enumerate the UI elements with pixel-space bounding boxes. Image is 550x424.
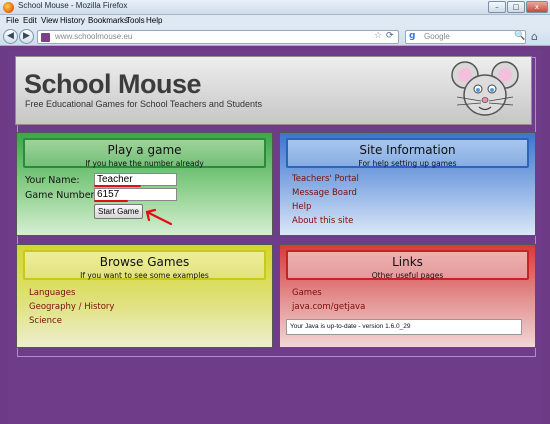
browse-games-subheading: If you want to see some examples <box>80 271 209 280</box>
search-input[interactable]: Google <box>424 32 450 41</box>
teachers-portal-link[interactable]: Teachers' Portal <box>292 174 359 184</box>
java-status-box: Your Java is up-to-date - version 1.6.0_… <box>286 319 522 335</box>
search-box[interactable]: g Google 🔍 <box>405 30 526 44</box>
games-link[interactable]: Games <box>292 288 322 298</box>
menu-tools[interactable]: Tools <box>126 16 145 25</box>
search-icon[interactable]: 🔍 <box>514 31 525 41</box>
links-panel: Links Other useful pages Games java.com/… <box>279 244 536 348</box>
menu-bookmarks[interactable]: Bookmarks <box>88 16 128 25</box>
getjava-link[interactable]: java.com/getjava <box>292 302 365 312</box>
menu-bar: File Edit View History Bookmarks Tools H… <box>0 15 550 27</box>
site-title: School Mouse <box>24 69 202 99</box>
address-url[interactable]: www.schoolmouse.eu <box>55 32 132 41</box>
about-site-link[interactable]: About this site <box>292 216 353 226</box>
name-annotation-underline <box>94 185 141 187</box>
name-label: Your Name: <box>25 175 80 186</box>
menu-view[interactable]: View <box>41 16 58 25</box>
minimize-button[interactable]: – <box>488 1 506 13</box>
window-title-bar: School Mouse - Mozilla Firefox – □ x <box>0 0 550 15</box>
forward-icon[interactable]: ▶ <box>19 29 34 44</box>
play-game-header: Play a game If you have the number alrea… <box>23 138 266 168</box>
links-subheading: Other useful pages <box>371 271 444 280</box>
site-information-header: Site Information For help setting up gam… <box>286 138 529 168</box>
mouse-logo-icon <box>451 61 519 116</box>
google-icon[interactable]: g <box>409 31 415 41</box>
bookmark-star-icon[interactable]: ☆ <box>374 31 382 41</box>
languages-link[interactable]: Languages <box>29 288 75 298</box>
play-game-subheading: If you have the number already <box>85 159 204 168</box>
menu-edit[interactable]: Edit <box>23 16 37 25</box>
start-game-button[interactable]: Start Game <box>94 204 143 219</box>
navigation-bar: ◀ ▶ www.schoolmouse.eu ☆ ⟳ g Google 🔍 ⌂ <box>0 27 550 46</box>
site-favicon-icon <box>41 33 50 42</box>
maximize-button[interactable]: □ <box>507 1 525 13</box>
site-information-panel: Site Information For help setting up gam… <box>279 132 536 236</box>
links-header: Links Other useful pages <box>286 250 529 280</box>
game-number-label: Game Number: <box>25 190 98 201</box>
geography-history-link[interactable]: Geography / History <box>29 302 114 312</box>
annotation-arrow-icon <box>145 208 173 226</box>
browse-games-header: Browse Games If you want to see some exa… <box>23 250 266 280</box>
browse-games-heading: Browse Games <box>99 255 190 269</box>
menu-file[interactable]: File <box>6 16 19 25</box>
site-information-subheading: For help setting up games <box>358 159 457 168</box>
browse-games-panel: Browse Games If you want to see some exa… <box>16 244 273 348</box>
help-link[interactable]: Help <box>292 202 311 212</box>
play-game-heading: Play a game <box>107 143 182 157</box>
back-icon[interactable]: ◀ <box>3 29 18 44</box>
close-button[interactable]: x <box>526 1 548 13</box>
site-header: School Mouse Free Educational Games for … <box>15 56 532 125</box>
game-number-annotation-underline <box>94 200 128 202</box>
reload-icon[interactable]: ⟳ <box>386 31 394 41</box>
menu-help[interactable]: Help <box>146 16 162 25</box>
message-board-link[interactable]: Message Board <box>292 188 357 198</box>
play-game-panel: Play a game If you have the number alrea… <box>16 132 273 236</box>
site-tagline: Free Educational Games for School Teache… <box>25 99 262 109</box>
science-link[interactable]: Science <box>29 316 62 326</box>
firefox-icon <box>3 2 14 13</box>
home-icon[interactable]: ⌂ <box>531 30 538 43</box>
site-information-heading: Site Information <box>359 143 456 157</box>
window-title: School Mouse - Mozilla Firefox <box>18 1 128 10</box>
address-bar[interactable]: www.schoolmouse.eu ☆ ⟳ <box>37 30 399 44</box>
menu-history[interactable]: History <box>60 16 85 25</box>
links-heading: Links <box>392 255 423 269</box>
